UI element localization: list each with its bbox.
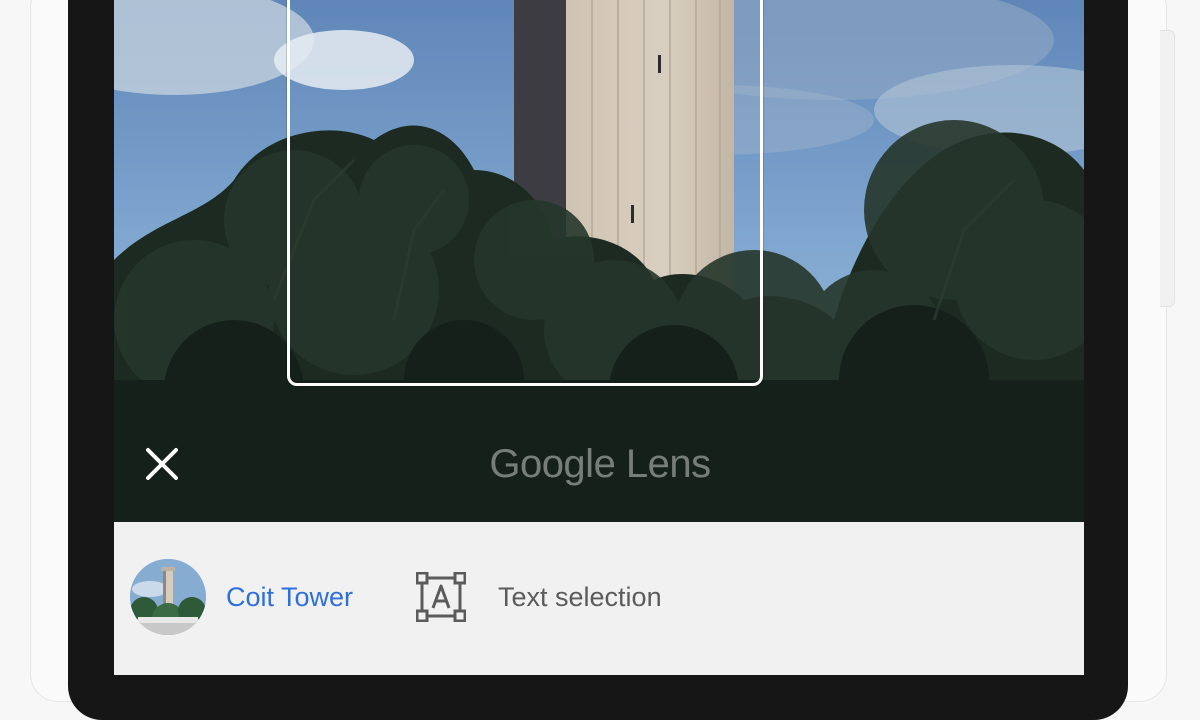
landmark-result-label: Coit Tower	[226, 581, 354, 612]
landmark-thumbnail-image	[130, 559, 206, 635]
text-selection-chip[interactable]: Text selection	[416, 572, 662, 622]
selection-box[interactable]	[287, 0, 763, 386]
landmark-thumbnail	[130, 559, 206, 635]
landmark-result-chip[interactable]: Coit Tower	[130, 558, 353, 636]
close-button[interactable]	[144, 446, 192, 488]
text-selection-icon	[416, 572, 466, 622]
device-side-button	[1160, 30, 1175, 307]
google-lens-watermark: Google Lens	[489, 442, 711, 486]
close-icon	[146, 448, 178, 480]
phone-screen: Google Lens Coit Tower Text selection	[114, 0, 1084, 675]
camera-viewfinder[interactable]: Google Lens	[114, 0, 1084, 522]
text-selection-label: Text selection	[498, 581, 662, 612]
results-sheet: Coit Tower Text selection	[114, 522, 1084, 675]
